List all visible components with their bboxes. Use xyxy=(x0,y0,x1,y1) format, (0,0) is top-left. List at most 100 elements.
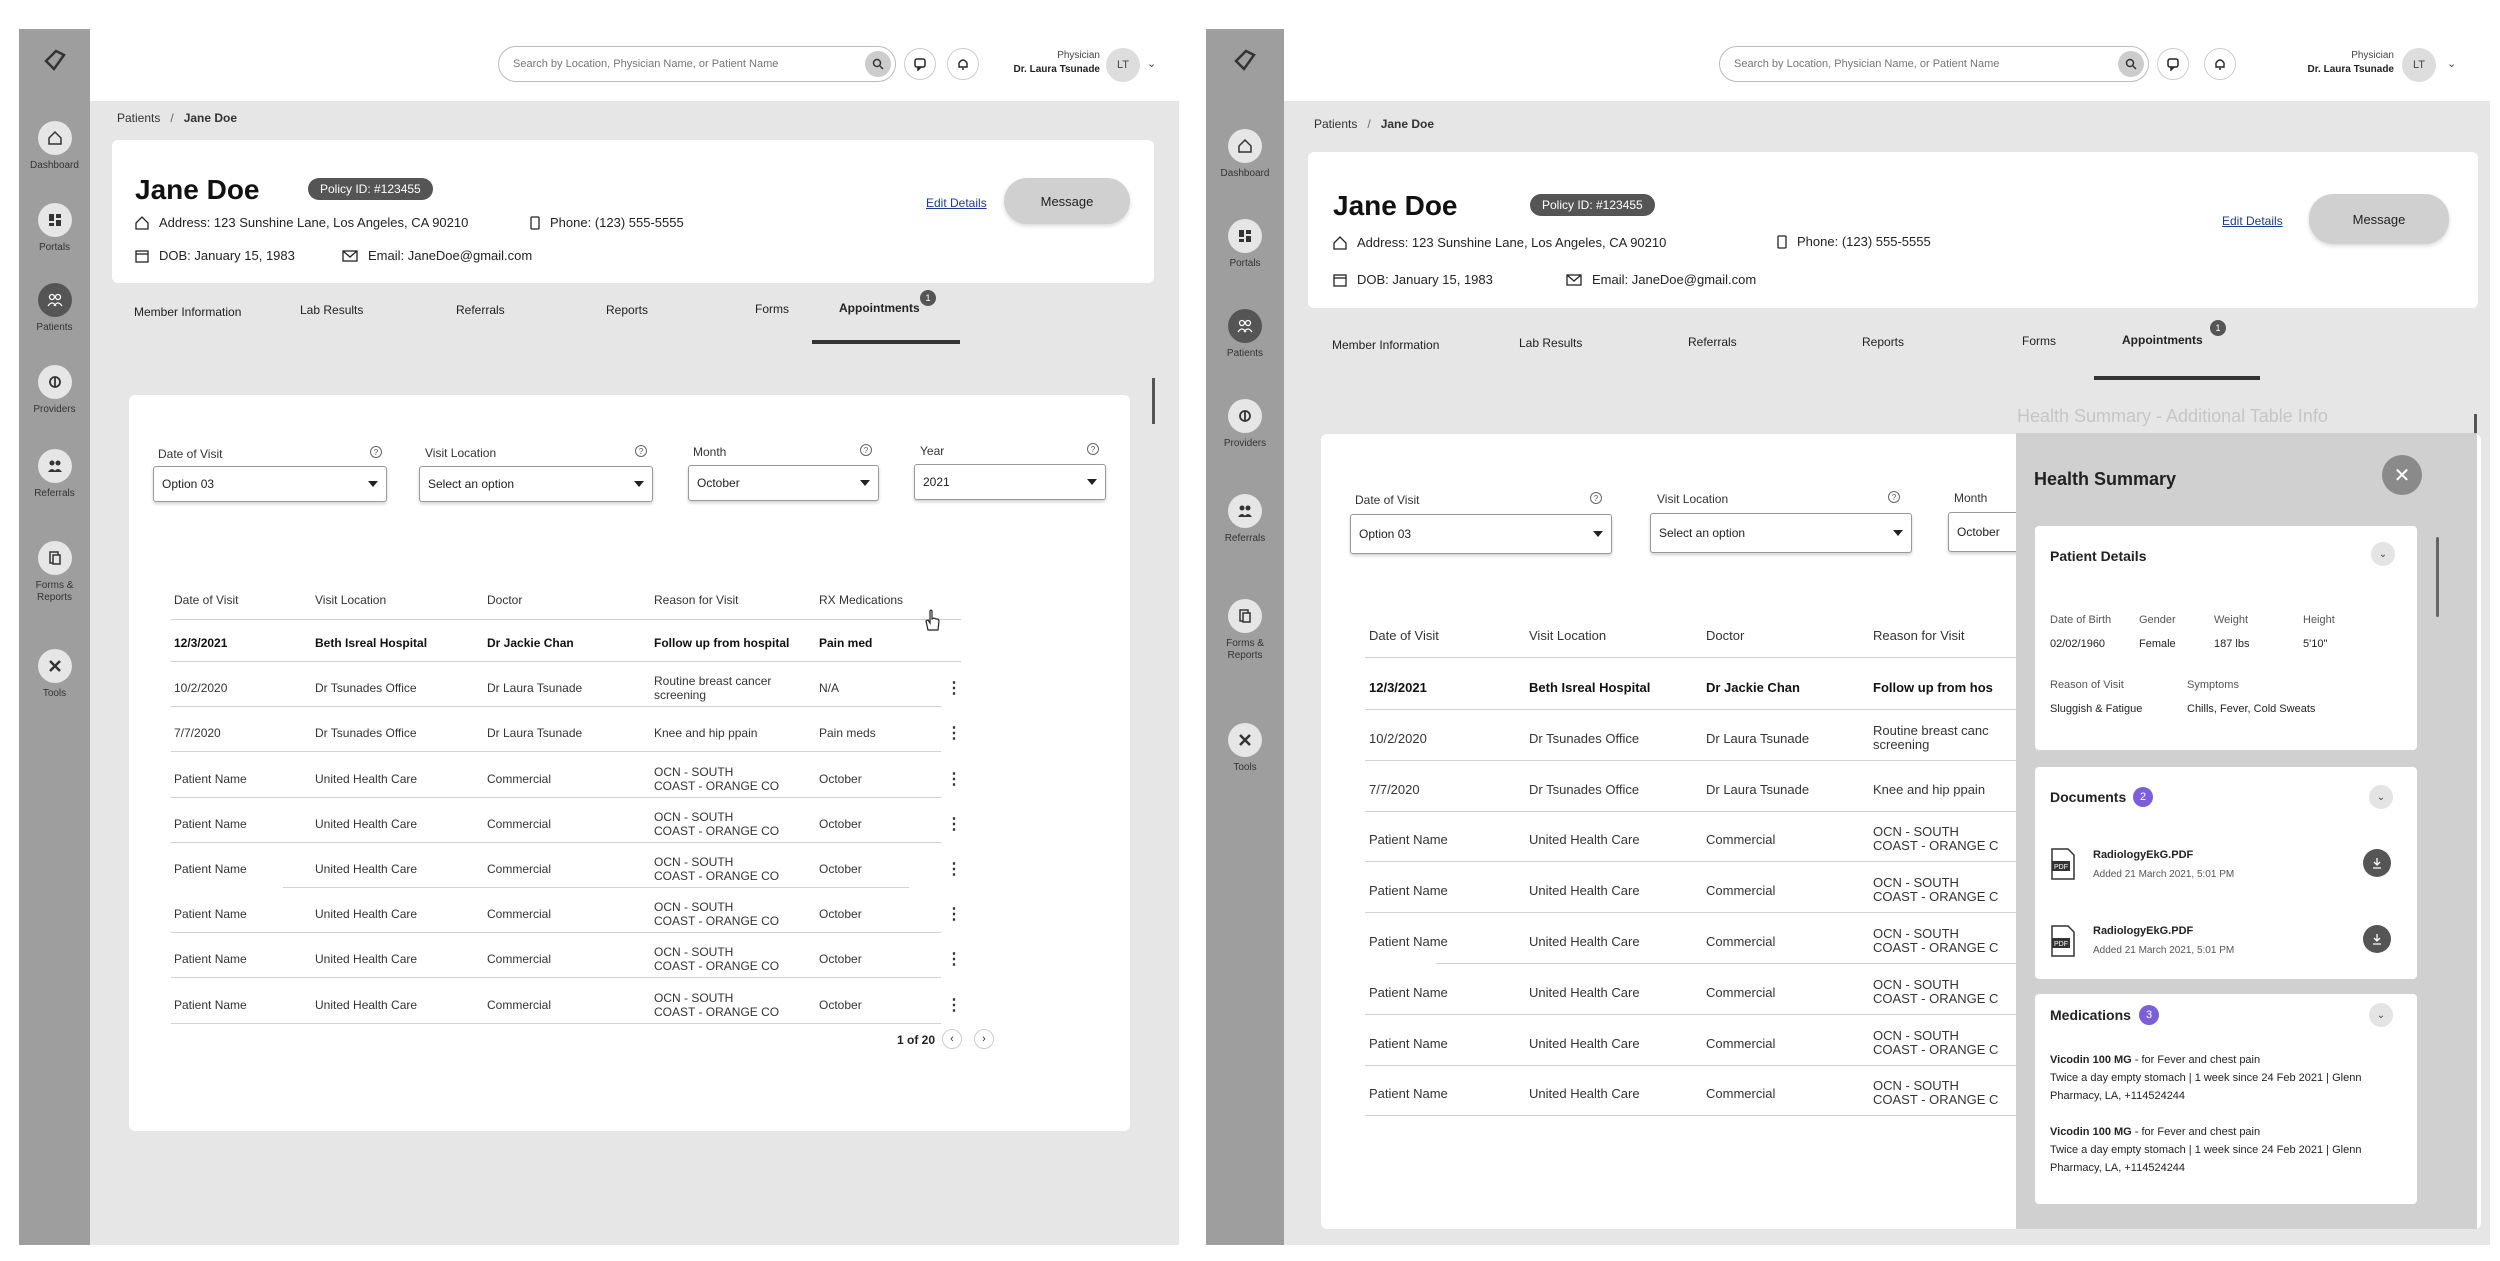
message-button[interactable]: Message xyxy=(1004,178,1130,224)
nav-providers[interactable]: Providers xyxy=(19,365,90,416)
address-info: Address: 123 Sunshine Lane, Los Angeles,… xyxy=(135,215,468,230)
date-of-visit-select[interactable]: Option 03 xyxy=(1350,514,1612,554)
column-header[interactable]: Doctor xyxy=(487,593,522,607)
search-bar[interactable] xyxy=(498,46,896,82)
nav-tools[interactable]: Tools xyxy=(19,649,90,700)
column-header[interactable]: Date of Visit xyxy=(174,593,238,607)
prev-page-button[interactable]: ‹ xyxy=(942,1029,962,1049)
home-icon xyxy=(1333,235,1347,250)
search-icon[interactable] xyxy=(865,51,891,77)
document-name[interactable]: RadiologyEkG.PDF xyxy=(2093,925,2193,937)
edit-details-link[interactable]: Edit Details xyxy=(926,196,987,210)
tab-member-information[interactable]: Member Information xyxy=(134,305,241,319)
column-header[interactable]: Visit Location xyxy=(315,593,386,607)
more-options-icon[interactable]: ⋮ xyxy=(946,904,962,924)
tab-lab-results[interactable]: Lab Results xyxy=(1519,336,1582,350)
year-select[interactable]: 2021 xyxy=(914,464,1106,500)
bell-icon[interactable] xyxy=(2204,48,2236,80)
tab-forms[interactable]: Forms xyxy=(2022,334,2056,348)
column-header[interactable]: Reason for Visit xyxy=(1873,628,1965,643)
nav-patients[interactable]: Patients xyxy=(19,283,90,334)
nav-portals[interactable]: Portals xyxy=(1206,219,1284,270)
nav-providers[interactable]: Providers xyxy=(1206,399,1284,450)
help-icon[interactable]: ? xyxy=(1590,492,1602,504)
nav-referrals[interactable]: Referrals xyxy=(1206,494,1284,545)
table-cell: October xyxy=(819,997,862,1012)
breadcrumb-patients[interactable]: Patients xyxy=(1314,117,1357,131)
document-name[interactable]: RadiologyEkG.PDF xyxy=(2093,849,2193,861)
table-cell: Knee and hip ppain xyxy=(1873,781,1986,797)
table-cell: United Health Care xyxy=(315,952,418,967)
avatar[interactable]: LT xyxy=(1106,48,1140,82)
help-icon[interactable]: ? xyxy=(370,446,382,458)
more-options-icon[interactable]: ⋮ xyxy=(946,723,962,743)
nav-forms-reports[interactable]: Forms & Reports xyxy=(19,541,90,604)
nav-patients[interactable]: Patients xyxy=(1206,309,1284,360)
column-header[interactable]: Visit Location xyxy=(1529,628,1606,643)
search-icon[interactable] xyxy=(2118,51,2144,77)
chat-icon[interactable] xyxy=(904,48,936,80)
table-cell: Patient Name xyxy=(1369,883,1448,899)
column-header[interactable]: Reason for Visit xyxy=(654,593,739,607)
nav-dashboard[interactable]: Dashboard xyxy=(1206,129,1284,180)
nav-forms-reports[interactable]: Forms & Reports xyxy=(1206,599,1284,662)
column-header[interactable]: Date of Visit xyxy=(1369,628,1439,643)
tab-reports[interactable]: Reports xyxy=(606,303,648,317)
more-options-icon[interactable]: ⋮ xyxy=(946,859,962,879)
tab-member-information[interactable]: Member Information xyxy=(1332,338,1439,352)
close-icon[interactable]: ✕ xyxy=(2382,455,2422,495)
help-icon[interactable]: ? xyxy=(635,445,647,457)
table-cell: October xyxy=(819,816,862,831)
next-page-button[interactable]: › xyxy=(974,1029,994,1049)
more-options-icon[interactable]: ⋮ xyxy=(946,678,962,698)
chat-icon[interactable] xyxy=(2157,48,2189,80)
help-icon[interactable]: ? xyxy=(1087,443,1099,455)
message-button[interactable]: Message xyxy=(2309,194,2449,244)
more-options-icon[interactable]: ⋮ xyxy=(946,949,962,969)
chevron-down-icon[interactable]: ⌄ xyxy=(2371,542,2395,566)
table-cell: OCN - SOUTH COAST - ORANGE CO xyxy=(654,945,780,974)
nav-portals[interactable]: Portals xyxy=(19,203,90,254)
bell-icon[interactable] xyxy=(947,48,979,80)
chevron-down-icon[interactable]: ⌄ xyxy=(2369,785,2393,809)
referrals-icon xyxy=(1228,494,1262,528)
search-bar[interactable] xyxy=(1719,46,2149,82)
mail-icon xyxy=(342,249,358,262)
month-select[interactable]: October xyxy=(688,465,879,501)
download-icon[interactable] xyxy=(2363,849,2391,877)
tab-appointments[interactable]: Appointments xyxy=(839,301,920,315)
date-of-visit-select[interactable]: Option 03 xyxy=(153,466,387,502)
chevron-down-icon[interactable]: ⌄ xyxy=(1147,57,1156,70)
edit-details-link[interactable]: Edit Details xyxy=(2222,214,2283,228)
tab-referrals[interactable]: Referrals xyxy=(456,303,505,317)
more-options-icon[interactable]: ⋮ xyxy=(946,814,962,834)
download-icon[interactable] xyxy=(2363,925,2391,953)
visit-location-select[interactable]: Select an option xyxy=(419,466,653,502)
tab-lab-results[interactable]: Lab Results xyxy=(300,303,363,317)
breadcrumb-patients[interactable]: Patients xyxy=(117,111,160,125)
column-header[interactable]: Doctor xyxy=(1706,628,1744,643)
more-options-icon[interactable]: ⋮ xyxy=(946,769,962,789)
nav-tools[interactable]: Tools xyxy=(1206,723,1284,774)
tab-referrals[interactable]: Referrals xyxy=(1688,335,1737,349)
chevron-down-icon[interactable]: ⌄ xyxy=(2369,1003,2393,1027)
table-cell: Follow up from hos xyxy=(1873,680,1993,695)
tab-reports[interactable]: Reports xyxy=(1862,335,1904,349)
nav-dashboard[interactable]: Dashboard xyxy=(19,121,90,172)
table-cell: OCN - SOUTH COAST - ORANGE CO xyxy=(654,764,780,793)
section-title: Documents xyxy=(2050,789,2127,805)
visit-location-select[interactable]: Select an option xyxy=(1650,513,1912,553)
search-input[interactable] xyxy=(1734,58,2118,70)
page-scrollbar[interactable] xyxy=(1152,378,1155,424)
tab-appointments[interactable]: Appointments xyxy=(2122,333,2203,347)
column-header[interactable]: RX Medications xyxy=(819,593,903,607)
chevron-down-icon[interactable]: ⌄ xyxy=(2447,57,2456,70)
help-icon[interactable]: ? xyxy=(1888,491,1900,503)
search-input[interactable] xyxy=(513,58,865,70)
panel-scrollbar[interactable] xyxy=(2436,537,2439,617)
help-icon[interactable]: ? xyxy=(860,444,872,456)
tab-forms[interactable]: Forms xyxy=(755,302,789,316)
nav-referrals[interactable]: Referrals xyxy=(19,449,90,500)
more-options-icon[interactable]: ⋮ xyxy=(946,995,962,1015)
avatar[interactable]: LT xyxy=(2402,48,2436,82)
